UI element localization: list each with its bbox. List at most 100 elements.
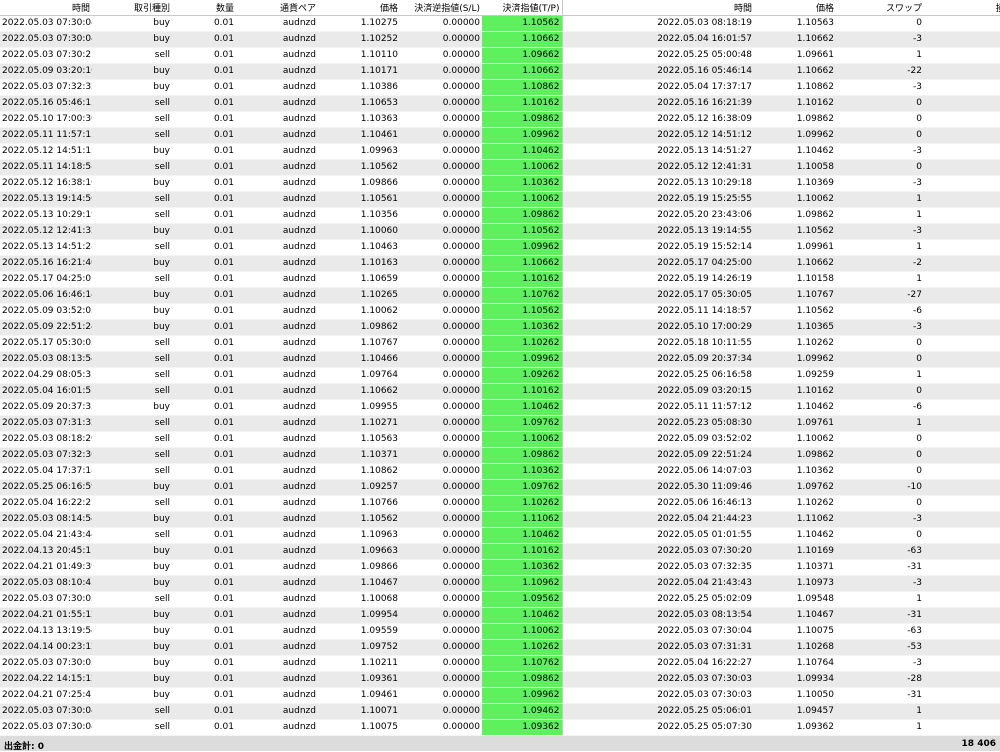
table-row[interactable]: 2022.05.04 21:43:44 sell 0.01 audnzd 1.10963… xyxy=(0,527,1000,544)
table-row[interactable]: 2022.05.03 07:32:32 buy 0.01 audnzd 1.10386 0… xyxy=(0,79,1000,96)
table-row[interactable]: 2022.05.17 05:30:05 sell 0.01 audnzd 1.10767… xyxy=(0,335,1000,352)
table-cell: 1.10362 xyxy=(754,463,836,480)
table-row[interactable]: 2022.05.16 05:46:15 sell 0.01 audnzd 1.10653… xyxy=(0,95,1000,112)
table-cell: 1.09866 xyxy=(318,559,400,576)
table-cell: 1.10386 xyxy=(318,79,400,96)
table-row[interactable]: 2022.05.03 07:32:36 sell 0.01 audnzd 1.10371… xyxy=(0,447,1000,464)
table-cell: 417 xyxy=(924,383,1000,400)
table-cell: 405 xyxy=(924,207,1000,224)
table-row[interactable]: 2022.05.10 17:00:30 sell 0.01 audnzd 1.10363… xyxy=(0,111,1000,128)
table-cell: 2022.05.03 07:31:31 xyxy=(561,639,754,656)
table-cell: 0 xyxy=(836,383,924,400)
table-cell: 0.00000 xyxy=(400,607,482,624)
table-row[interactable]: 2022.05.03 08:14:54 buy 0.01 audnzd 1.10562 0… xyxy=(0,511,1000,528)
table-row[interactable]: 2022.05.09 03:20:16 buy 0.01 audnzd 1.10171 0… xyxy=(0,63,1000,80)
table-cell: 404 xyxy=(924,175,1000,192)
table-cell: -31 xyxy=(836,687,924,704)
column-header-10[interactable]: 損益/ xyxy=(924,0,1000,16)
column-header-3[interactable]: 通貨ペア xyxy=(236,0,318,16)
table-cell: sell xyxy=(92,335,172,352)
table-row[interactable]: 2022.04.21 01:49:39 buy 0.01 audnzd 1.09866 0… xyxy=(0,559,1000,576)
table-cell: 1.09962 xyxy=(754,351,836,368)
table-row[interactable]: 2022.05.03 07:31:32 sell 0.01 audnzd 1.10271… xyxy=(0,415,1000,432)
table-cell: 0.00000 xyxy=(400,63,482,80)
column-header-2[interactable]: 数量 xyxy=(172,0,236,16)
table-cell: 2022.05.03 08:18:19 xyxy=(561,15,754,32)
table-cell: -3 xyxy=(836,31,924,48)
table-cell: 424 xyxy=(924,527,1000,544)
table-row[interactable]: 2022.05.03 08:13:54 sell 0.01 audnzd 1.10466… xyxy=(0,351,1000,368)
table-cell: 1 xyxy=(836,703,924,720)
table-cell: 2022.05.16 16:21:39 xyxy=(561,95,754,112)
table-row[interactable]: 2022.05.03 07:30:21 sell 0.01 audnzd 1.10110… xyxy=(0,47,1000,64)
table-row[interactable]: 2022.05.06 16:46:14 buy 0.01 audnzd 1.10265 0… xyxy=(0,287,1000,304)
table-row[interactable]: 2022.05.09 20:37:35 buy 0.01 audnzd 1.09955 0… xyxy=(0,399,1000,416)
table-cell: audnzd xyxy=(236,15,318,32)
table-cell: -3 xyxy=(836,511,924,528)
table-row[interactable]: 2022.05.11 14:18:58 sell 0.01 audnzd 1.10562… xyxy=(0,159,1000,176)
table-cell: 0 xyxy=(836,431,924,448)
table-row[interactable]: 2022.05.13 14:51:28 sell 0.01 audnzd 1.10463… xyxy=(0,239,1000,256)
table-row[interactable]: 2022.05.03 07:30:04 buy 0.01 audnzd 1.10252 0… xyxy=(0,31,1000,48)
table-row[interactable]: 2022.05.12 16:38:10 buy 0.01 audnzd 1.09866 0… xyxy=(0,175,1000,192)
table-cell: 0.01 xyxy=(172,607,236,624)
table-cell: sell xyxy=(92,111,172,128)
table-row[interactable]: 2022.04.22 14:15:12 buy 0.01 audnzd 1.09361 0… xyxy=(0,671,1000,688)
column-header-0[interactable]: 時間 xyxy=(0,0,92,16)
table-row[interactable]: 2022.05.17 04:25:01 sell 0.01 audnzd 1.10659… xyxy=(0,271,1000,288)
table-row[interactable]: 2022.05.09 03:52:03 buy 0.01 audnzd 1.10062 0… xyxy=(0,303,1000,320)
column-header-9[interactable]: スワップ xyxy=(836,0,924,16)
table-cell: 2022.05.17 04:25:01 xyxy=(0,271,92,288)
table-row[interactable]: 2022.05.09 22:51:24 buy 0.01 audnzd 1.09862 0… xyxy=(0,319,1000,336)
table-row[interactable]: 2022.04.13 20:45:11 buy 0.01 audnzd 1.09663 0… xyxy=(0,543,1000,560)
table-cell: 0.01 xyxy=(172,95,236,112)
table-cell: audnzd xyxy=(236,351,318,368)
table-cell: 0.01 xyxy=(172,223,236,240)
table-cell: 2022.04.21 07:25:41 xyxy=(0,687,92,704)
table-row[interactable]: 2022.04.29 08:05:33 sell 0.01 audnzd 1.09764… xyxy=(0,367,1000,384)
table-row[interactable]: 2022.05.11 11:57:13 sell 0.01 audnzd 1.10461… xyxy=(0,127,1000,144)
table-row[interactable]: 2022.04.21 01:55:12 buy 0.01 audnzd 1.09954 0… xyxy=(0,607,1000,624)
table-cell: 1 xyxy=(836,47,924,64)
table-row[interactable]: 2022.05.03 08:10:43 buy 0.01 audnzd 1.10467 0… xyxy=(0,575,1000,592)
table-row[interactable]: 2022.05.16 16:21:40 buy 0.01 audnzd 1.10163 0… xyxy=(0,255,1000,272)
table-row[interactable]: 2022.04.21 07:25:41 buy 0.01 audnzd 1.09461 0… xyxy=(0,687,1000,704)
table-row[interactable]: 2022.05.04 17:37:18 sell 0.01 audnzd 1.10862… xyxy=(0,463,1000,480)
column-header-8[interactable]: 価格 xyxy=(754,0,836,16)
table-row[interactable]: 2022.05.12 12:41:32 buy 0.01 audnzd 1.10060 0… xyxy=(0,223,1000,240)
table-cell: 419 xyxy=(924,463,1000,480)
table-row[interactable]: 2022.05.03 07:30:05 buy 0.01 audnzd 1.10211 0… xyxy=(0,655,1000,672)
table-row[interactable]: 2022.04.13 13:19:54 buy 0.01 audnzd 1.09559 0… xyxy=(0,623,1000,640)
table-row[interactable]: 2022.05.03 07:30:04 sell 0.01 audnzd 1.10075… xyxy=(0,719,1000,736)
table-cell: 2022.04.29 08:05:33 xyxy=(0,367,92,384)
column-header-5[interactable]: 決済逆指値(S/L) xyxy=(400,0,482,16)
table-row[interactable]: 2022.05.13 19:14:56 sell 0.01 audnzd 1.10561… xyxy=(0,191,1000,208)
table-row[interactable]: 2022.05.25 06:16:59 buy 0.01 audnzd 1.09257 0… xyxy=(0,479,1000,496)
table-cell: buy xyxy=(92,639,172,656)
column-header-7[interactable]: 時間 xyxy=(561,0,754,16)
table-row[interactable]: 2022.04.14 00:23:12 buy 0.01 audnzd 1.09752 0… xyxy=(0,639,1000,656)
table-cell: 2022.05.16 16:21:40 xyxy=(0,255,92,272)
table-row[interactable]: 2022.05.03 07:30:05 sell 0.01 audnzd 1.10068… xyxy=(0,591,1000,608)
table-cell: 1.10653 xyxy=(318,95,400,112)
table-row[interactable]: 2022.05.03 07:30:04 buy 0.01 audnzd 1.10275 0… xyxy=(0,15,1000,32)
table-cell: 0.01 xyxy=(172,303,236,320)
table-cell: 0 xyxy=(836,495,924,512)
column-header-4[interactable]: 価格 xyxy=(318,0,400,16)
table-cell: 0.01 xyxy=(172,559,236,576)
table-row[interactable]: 2022.05.12 14:51:13 buy 0.01 audnzd 1.09963 0… xyxy=(0,143,1000,160)
table-cell: 2022.05.09 20:37:34 xyxy=(561,351,754,368)
table-row[interactable]: 2022.05.03 07:30:04 sell 0.01 audnzd 1.10071… xyxy=(0,703,1000,720)
table-cell: 2022.05.23 05:08:30 xyxy=(561,415,754,432)
table-cell: 0.01 xyxy=(172,287,236,304)
column-header-6[interactable]: 決済指値(T/P) xyxy=(482,0,562,16)
table-cell: buy xyxy=(92,31,172,48)
table-row[interactable]: 2022.05.04 16:22:27 sell 0.01 audnzd 1.10766… xyxy=(0,495,1000,512)
column-header-1[interactable]: 取引種別 xyxy=(92,0,172,16)
table-row[interactable]: 2022.05.03 08:18:20 sell 0.01 audnzd 1.10563… xyxy=(0,431,1000,448)
table-cell: 419 xyxy=(924,447,1000,464)
table-cell: 1.10062 xyxy=(318,303,400,320)
table-row[interactable]: 2022.05.04 16:01:57 sell 0.01 audnzd 1.10662… xyxy=(0,383,1000,400)
table-cell: 1 xyxy=(836,415,924,432)
table-row[interactable]: 2022.05.13 10:29:19 sell 0.01 audnzd 1.10356… xyxy=(0,207,1000,224)
